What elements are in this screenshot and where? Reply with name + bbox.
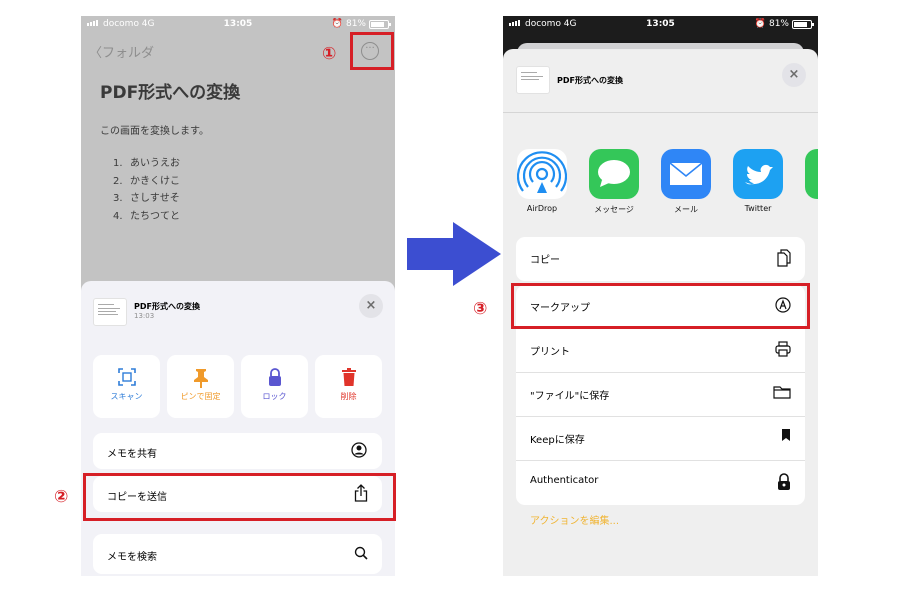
note-list: 1. あいうえお 2. かきくけこ 3. さしすせそ 4. たちつてと	[113, 155, 180, 225]
share-note-label: メモを共有	[107, 449, 157, 460]
lock-icon	[777, 473, 791, 495]
battery-percent: 81%	[768, 19, 789, 29]
delete-label: 削除	[340, 392, 357, 401]
search-icon	[354, 546, 368, 563]
lock-button[interactable]: ロック	[241, 355, 308, 418]
chevron-left-icon: 〈	[89, 46, 103, 61]
share-note-row[interactable]: メモを共有	[93, 433, 382, 469]
messages-label: メッセージ	[594, 205, 634, 214]
callout-3: ③	[473, 299, 488, 319]
status-bar: docomo 4G 13:05 ⏰ 81%	[503, 16, 818, 34]
print-label: プリント	[530, 347, 570, 358]
divider	[503, 112, 818, 113]
scan-icon	[93, 368, 160, 388]
messages-icon	[589, 149, 639, 199]
list-item: 4. たちつてと	[113, 210, 180, 222]
twitter-icon	[733, 149, 783, 199]
pin-icon	[167, 368, 234, 388]
note-thumbnail	[516, 66, 550, 94]
edit-actions-link[interactable]: アクションを編集...	[530, 512, 619, 527]
pin-button[interactable]: ピンで固定	[167, 355, 234, 418]
close-button[interactable]: ×	[359, 294, 383, 318]
list-item: 3. さしすせそ	[113, 193, 180, 204]
highlight-markup	[511, 283, 810, 329]
back-label: フォルダ	[102, 46, 155, 61]
battery-icon	[792, 19, 814, 29]
lock-icon	[241, 368, 308, 388]
airdrop-label: AirDrop	[526, 204, 558, 213]
save-to-keep-label: Keepに保存	[530, 435, 585, 446]
list-item: 1. あいうえお	[113, 158, 180, 169]
callout-2: ②	[54, 487, 69, 507]
pin-label: ピンで固定	[180, 392, 221, 401]
sheet-time: 13:03	[134, 312, 155, 320]
arrow-right-icon	[407, 222, 501, 286]
print-row[interactable]: プリント	[516, 329, 805, 373]
airdrop-button[interactable]: AirDrop	[516, 149, 568, 213]
share-person-icon	[350, 442, 368, 461]
close-icon: ×	[365, 298, 377, 313]
battery-percent: 81%	[345, 19, 366, 29]
bookmark-icon	[781, 429, 791, 445]
close-button[interactable]: ×	[782, 63, 806, 87]
note-body-text: この画面を変換します。	[100, 126, 209, 137]
airdrop-icon	[517, 149, 567, 199]
copy-icon	[777, 249, 791, 271]
back-button[interactable]: 〈フォルダ	[89, 42, 154, 61]
sheet-header: PDF形式への変換 13:03	[93, 298, 383, 328]
messages-button[interactable]: メッセージ	[588, 149, 640, 215]
folder-icon	[773, 385, 791, 403]
note-title: PDF形式への変換	[100, 83, 241, 103]
highlight-more-button	[350, 32, 394, 70]
battery-icon	[369, 19, 391, 29]
search-note-row[interactable]: メモを検索	[93, 534, 382, 574]
share-title: PDF形式への変換	[557, 76, 623, 85]
alarm-icon: ⏰	[331, 19, 343, 29]
trash-icon	[315, 368, 382, 388]
note-thumbnail	[93, 298, 127, 326]
quick-action-tiles: スキャン ピンで固定 ロック 削除	[93, 355, 382, 418]
authenticator-label: Authenticator	[530, 475, 599, 486]
status-bar: docomo 4G 13:05 ⏰ 81%	[81, 16, 395, 34]
highlight-send-copy	[83, 473, 396, 521]
mail-label: メール	[674, 205, 698, 214]
note-action-sheet: PDF形式への変換 13:03 × スキャン ピンで固定 ロック 削除 メモを共…	[81, 281, 395, 576]
alarm-icon: ⏰	[754, 19, 766, 29]
callout-1: ①	[322, 44, 337, 64]
app-icon-partial	[805, 149, 818, 199]
twitter-button[interactable]: Twitter	[732, 149, 784, 213]
list-item: 2. かきくけこ	[113, 175, 180, 187]
sheet-title: PDF形式への変換	[134, 302, 200, 311]
mail-icon	[661, 149, 711, 199]
save-to-files-label: "ファイル"に保存	[530, 391, 610, 402]
save-to-keep-row[interactable]: Keepに保存	[516, 417, 805, 461]
scan-button[interactable]: スキャン	[93, 355, 160, 418]
more-app-button[interactable]	[804, 149, 818, 199]
close-icon: ×	[788, 67, 800, 82]
copy-group: コピー	[516, 237, 805, 281]
copy-label: コピー	[530, 255, 560, 266]
lock-label: ロック	[262, 392, 287, 401]
copy-row[interactable]: コピー	[516, 237, 805, 281]
twitter-label: Twitter	[744, 204, 772, 213]
scan-label: スキャン	[110, 392, 143, 401]
printer-icon	[775, 341, 791, 361]
search-note-label: メモを検索	[107, 552, 157, 563]
delete-button[interactable]: 削除	[315, 355, 382, 418]
authenticator-row[interactable]: Authenticator	[516, 461, 805, 505]
save-to-files-row[interactable]: "ファイル"に保存	[516, 373, 805, 417]
mail-button[interactable]: メール	[660, 149, 712, 215]
